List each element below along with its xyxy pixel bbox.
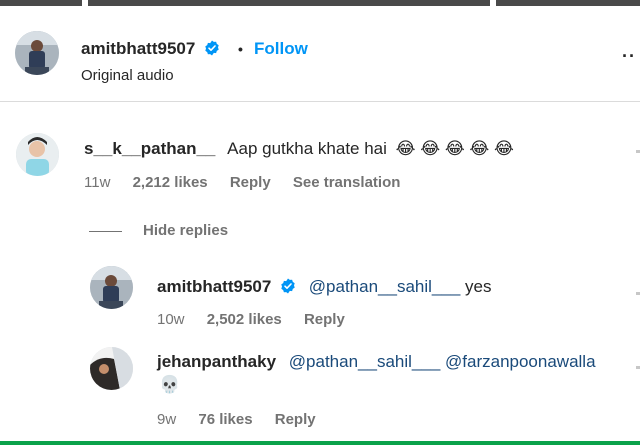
reply-like-icon[interactable] (636, 292, 640, 295)
reply-reply-button[interactable]: Reply (304, 311, 345, 328)
reply-age: 10w (157, 311, 185, 328)
reply-likes[interactable]: 76 likes (198, 411, 252, 428)
reply-meta: 9w 76 likes Reply (157, 411, 334, 428)
reply-age: 9w (157, 411, 177, 428)
comment-meta: 11w 2,212 likes Reply See translation (84, 174, 418, 191)
reply-mention[interactable]: @pathan__sahil___ (289, 352, 441, 371)
reply-avatar[interactable] (90, 347, 133, 390)
comment-text: Aap gutkha khate hai (227, 139, 387, 158)
verified-badge-icon (205, 40, 219, 56)
follow-button[interactable]: Follow (254, 39, 308, 59)
reply-likes[interactable]: 2,502 likes (207, 311, 282, 328)
reply-body: amitbhatt9507 @pathan__sahil___ yes (157, 277, 492, 297)
reply-avatar[interactable] (90, 266, 133, 309)
comment-age: 11w (84, 174, 111, 191)
verified-badge-icon (281, 278, 295, 294)
reply-body-line2: 💀 (159, 375, 180, 395)
comment-like-icon[interactable] (636, 150, 640, 153)
hide-replies-divider (89, 231, 122, 232)
see-translation-button[interactable]: See translation (293, 174, 401, 191)
commenter-avatar[interactable] (16, 133, 59, 176)
post-header: amitbhatt9507 • Follow Original audio ·· (0, 6, 640, 102)
reply-username[interactable]: amitbhatt9507 (157, 277, 271, 296)
reply-mention-2[interactable]: @farzanpoonawalla (445, 352, 596, 371)
reply-mention[interactable]: @pathan__sahil___ (309, 277, 461, 296)
more-options-icon[interactable]: ·· (622, 46, 636, 67)
reply-username[interactable]: jehanpanthaky (157, 352, 276, 371)
reply-reply-button[interactable]: Reply (275, 411, 316, 428)
comment-likes[interactable]: 2,212 likes (133, 174, 208, 191)
comment-reply-button[interactable]: Reply (230, 174, 271, 191)
commenter-username[interactable]: s__k__pathan__ (84, 139, 215, 158)
skull-emoji: 💀 (159, 375, 181, 394)
reply-text: yes (465, 277, 492, 296)
audio-label[interactable]: Original audio (81, 67, 174, 84)
separator-dot: • (238, 41, 243, 57)
author-username[interactable]: amitbhatt9507 (81, 39, 195, 58)
reply-body: jehanpanthaky @pathan__sahil___ @farzanp… (157, 352, 596, 372)
author-avatar[interactable] (15, 31, 59, 75)
comment-body: s__k__pathan__ Aap gutkha khate hai 😂 😂 … (84, 139, 514, 159)
author-username-row: amitbhatt9507 (81, 39, 220, 59)
hide-replies-button[interactable]: Hide replies (143, 222, 228, 239)
reply-like-icon[interactable] (636, 366, 640, 369)
laughing-emoji: 😂 😂 😂 😂 😂 (395, 139, 514, 158)
bottom-accent-bar (0, 441, 640, 445)
reply-meta: 10w 2,502 likes Reply (157, 311, 363, 328)
